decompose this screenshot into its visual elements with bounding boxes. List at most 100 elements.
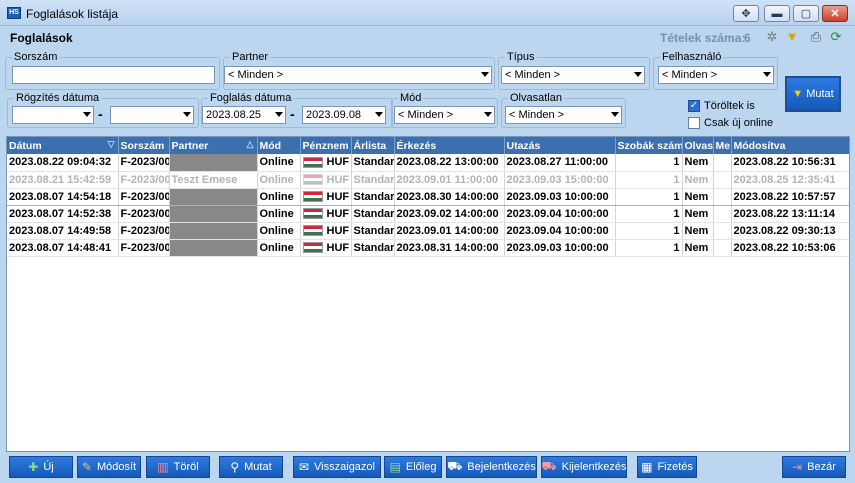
close-window-button-label: Bezár — [807, 461, 836, 473]
table-row[interactable]: 2023.08.07 14:49:58 F-2023/00 Online HUF Sta… — [7, 222, 849, 240]
plus-icon: ✚ — [28, 460, 39, 474]
table-row[interactable]: 2023.08.22 09:04:32 F-2023/00 Online HUF Sta… — [7, 154, 849, 172]
show-button[interactable]: ⚲ Mutat — [219, 456, 283, 478]
toroltek-checkbox[interactable]: ✓ Töröltek is — [688, 100, 755, 112]
sorszam-input[interactable] — [12, 66, 215, 84]
mod-select-value: < Minden > — [398, 109, 454, 121]
payment-button[interactable]: ▦ Fizetés — [637, 456, 697, 478]
cell-partner: Teszt Emese — [169, 171, 258, 189]
column-header-mod[interactable]: Mód — [257, 137, 301, 154]
confirm-button[interactable]: ✉ Visszaigazol — [293, 456, 381, 478]
filter-funnel-icon[interactable]: ▼ — [784, 29, 800, 45]
confirm-button-label: Visszaigazol — [314, 461, 375, 473]
hungary-flag-icon — [302, 191, 323, 203]
cell-utazas: 2023.09.04 10:00:00 — [504, 205, 616, 223]
check-out-button[interactable]: ⛟ Kijelentkezés — [541, 456, 627, 478]
mod-label: Mód — [398, 92, 424, 104]
edit-button[interactable]: ✎ Módosít — [77, 456, 141, 478]
tipus-label: Típus — [505, 51, 537, 63]
foglalas-from-select[interactable]: 2023.08.25 — [202, 106, 286, 124]
cell-szobak: 1 — [615, 187, 683, 206]
cell-arlista: Standard — [351, 171, 395, 189]
rogzites-from-select[interactable] — [12, 106, 94, 124]
checkmark-icon: ✓ — [688, 100, 700, 112]
foglalas-to-select[interactable]: 2023.09.08 — [302, 106, 386, 124]
column-header-penznem[interactable]: Pénznem — [300, 137, 352, 154]
cell-sorszam: F-2023/00 — [118, 187, 170, 206]
delete-button[interactable]: ▥ Töröl — [146, 456, 210, 478]
olvasatlan-select-value: < Minden > — [509, 109, 565, 121]
olvasatlan-select[interactable]: < Minden > — [505, 106, 622, 124]
pencil-icon: ✎ — [81, 460, 92, 474]
chevron-down-icon — [611, 112, 619, 117]
mod-group: Mód < Minden > — [391, 92, 498, 128]
reservations-table[interactable]: Dátum ▽ Sorszám Partner △ Mód Pénznem Árli… — [6, 136, 850, 452]
page-title: Foglalások — [10, 31, 73, 45]
column-header-utazas[interactable]: Utazás — [504, 137, 616, 154]
column-header-label: Partner — [171, 139, 209, 152]
foglalas-to-value: 2023.09.08 — [306, 109, 362, 121]
cell-utazas: 2023.09.03 10:00:00 — [504, 187, 616, 206]
sort-asc-icon: △ — [246, 139, 254, 149]
table-row[interactable]: 2023.08.07 14:48:41 F-2023/00 Online HUF Sta… — [7, 239, 849, 257]
column-header-label: Dátum — [9, 139, 42, 152]
deposit-button-label: Előleg — [405, 461, 437, 473]
column-header-erkezes[interactable]: Érkezés — [394, 137, 505, 154]
cell-penznem: HUF — [300, 154, 352, 172]
column-header-datum[interactable]: Dátum ▽ — [7, 137, 119, 154]
cell-erkezes: 2023.09.02 14:00:00 — [394, 205, 505, 223]
item-count-value: 6 — [744, 31, 751, 45]
cell-penznem: HUF — [300, 187, 352, 206]
olvasatlan-group: Olvasatlan < Minden > — [501, 92, 626, 128]
cell-partner — [169, 187, 258, 206]
currency-code: HUF — [326, 173, 350, 186]
check-in-button[interactable]: ⛟ Bejelentkezés — [446, 456, 537, 478]
mod-select[interactable]: < Minden > — [394, 106, 495, 124]
filter-funnel-icon: ▼ — [792, 88, 804, 100]
maximize-button[interactable]: ▢ — [793, 5, 819, 22]
felhasznalo-group: Felhasználó < Minden > — [653, 51, 778, 90]
column-header-olvasva[interactable]: Olvasv — [682, 137, 714, 154]
cell-datum: 2023.08.22 09:04:32 — [7, 154, 119, 172]
column-header-modositva[interactable]: Módosítva — [731, 137, 849, 154]
close-button[interactable]: ✕ — [822, 5, 848, 22]
printer-icon[interactable]: ⎙ — [808, 29, 824, 45]
edit-button-label: Módosít — [96, 461, 137, 473]
rogzites-to-select[interactable] — [110, 106, 194, 124]
cell-szobak: 1 — [615, 222, 683, 240]
magnifier-icon: ⚲ — [230, 460, 240, 474]
tipus-select[interactable]: < Minden > — [501, 66, 645, 84]
mutat-filter-button[interactable]: ▼ Mutat — [785, 76, 841, 112]
cell-modositva: 2023.08.22 10:57:57 — [731, 187, 849, 206]
move-icon[interactable]: ✥ — [733, 5, 759, 22]
minimize-button[interactable]: ▬ — [764, 5, 790, 22]
settings-gear-icon[interactable]: ✲ — [764, 29, 780, 45]
cell-mod: Online — [257, 222, 301, 240]
column-header-me[interactable]: Me — [713, 137, 732, 154]
cell-erkezes: 2023.08.22 13:00:00 — [394, 154, 505, 172]
cell-olvasva: Nem — [682, 239, 714, 257]
close-window-button[interactable]: ⇥ Bezár — [782, 456, 846, 478]
chevron-down-icon — [481, 72, 489, 77]
table-row[interactable]: 2023.08.07 14:52:38 F-2023/00 Online HUF Sta… — [7, 205, 849, 223]
sort-desc-icon: ▽ — [107, 139, 115, 149]
column-header-szobak[interactable]: Szobák száma — [615, 137, 683, 154]
window-title: Foglalások listája — [26, 7, 119, 21]
column-header-partner[interactable]: Partner △ — [169, 137, 258, 154]
new-button[interactable]: ✚ Új — [9, 456, 73, 478]
table-row[interactable]: 2023.08.21 15:42:59 F-2023/00 Teszt Emese O… — [7, 171, 849, 189]
deposit-button[interactable]: ▤ Előleg — [384, 456, 442, 478]
refresh-icon[interactable]: ⟳ — [828, 29, 844, 45]
cell-erkezes: 2023.09.01 11:00:00 — [394, 171, 505, 189]
table-row[interactable]: 2023.08.07 14:54:18 F-2023/00 Online HUF Sta… — [7, 187, 849, 206]
partner-select[interactable]: < Minden > — [224, 66, 492, 84]
csak-online-checkbox[interactable]: Csak új online — [688, 117, 773, 129]
cell-mod: Online — [257, 187, 301, 206]
toroltek-label: Töröltek is — [704, 100, 755, 112]
column-header-arlista[interactable]: Árlista — [351, 137, 395, 154]
felhasznalo-select[interactable]: < Minden > — [658, 66, 774, 84]
app-icon: HS — [7, 7, 21, 19]
cell-arlista: Standard — [351, 222, 395, 240]
column-header-sorszam[interactable]: Sorszám — [118, 137, 170, 154]
money-icon: ▤ — [389, 460, 401, 474]
